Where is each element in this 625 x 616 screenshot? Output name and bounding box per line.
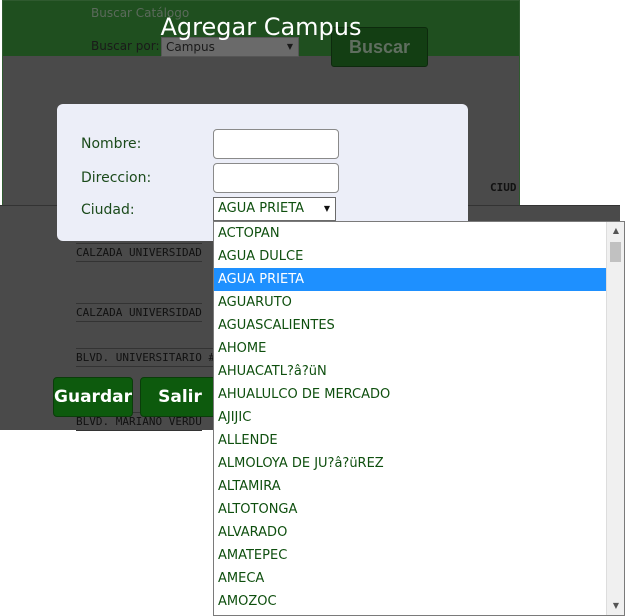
scroll-down-icon[interactable]: ▼ — [607, 597, 624, 615]
ciudad-value: AGUA PRIETA — [218, 201, 305, 216]
direccion-input[interactable] — [213, 163, 339, 193]
scroll-up-icon[interactable]: ▲ — [607, 222, 624, 240]
scrollbar-thumb[interactable] — [610, 242, 621, 262]
dropdown-option[interactable]: AHUACATL?â?üN — [214, 360, 606, 383]
ciudad-label: Ciudad: — [81, 202, 135, 218]
dropdown-option-selected[interactable]: AGUA PRIETA — [214, 268, 606, 291]
dropdown-option[interactable]: ALLENDE — [214, 429, 606, 452]
dropdown-option[interactable]: AGUARUTO — [214, 291, 606, 314]
table-row[interactable]: CALZADA UNIVERSIDAD — [76, 243, 202, 262]
column-header-ciudad: CIUD — [490, 181, 517, 194]
dropdown-option[interactable]: AMECA — [214, 567, 606, 590]
dropdown-option[interactable]: ALVARADO — [214, 521, 606, 544]
dropdown-option[interactable]: ACTOPAN — [214, 222, 606, 245]
save-button[interactable]: Guardar — [53, 377, 133, 417]
dropdown-option[interactable]: AHUALULCO DE MERCADO — [214, 383, 606, 406]
modal-title: Agregar Campus — [160, 13, 362, 41]
search-by-value: Campus — [166, 40, 215, 54]
search-by-label: Buscar por: — [91, 39, 160, 53]
dropdown-option[interactable]: AJIJIC — [214, 406, 606, 429]
nombre-input[interactable] — [213, 129, 339, 159]
background-header: Buscar Catálogo Buscar por: Campus ▼ Bus… — [3, 1, 519, 67]
direccion-label: Direccion: — [81, 170, 152, 186]
table-row[interactable]: CALZADA UNIVERSIDAD — [76, 303, 202, 322]
ciudad-select[interactable]: AGUA PRIETA ▼ — [213, 197, 336, 221]
dropdown-option[interactable]: AGUA DULCE — [214, 245, 606, 268]
dropdown-option[interactable]: ALTOTONGA — [214, 498, 606, 521]
dropdown-option[interactable]: ALMOLOYA DE JU?â?üREZ — [214, 452, 606, 475]
dropdown-scrollbar[interactable]: ▲ ▼ — [606, 222, 624, 615]
exit-button[interactable]: Salir — [140, 377, 220, 417]
dropdown-option[interactable]: AMOZOC — [214, 590, 606, 613]
dropdown-option[interactable]: ALTAMIRA — [214, 475, 606, 498]
ciudad-dropdown-list[interactable]: ACTOPAN AGUA DULCE AGUA PRIETA AGUARUTO … — [213, 221, 625, 616]
dropdown-option[interactable]: AMATEPEC — [214, 544, 606, 567]
dropdown-option[interactable]: AHOME — [214, 337, 606, 360]
dropdown-option[interactable]: AGUASCALIENTES — [214, 314, 606, 337]
chevron-down-icon: ▼ — [323, 204, 330, 213]
table-row[interactable]: BLVD. UNIVERSITARIO # — [76, 348, 216, 367]
nombre-label: Nombre: — [81, 136, 142, 152]
